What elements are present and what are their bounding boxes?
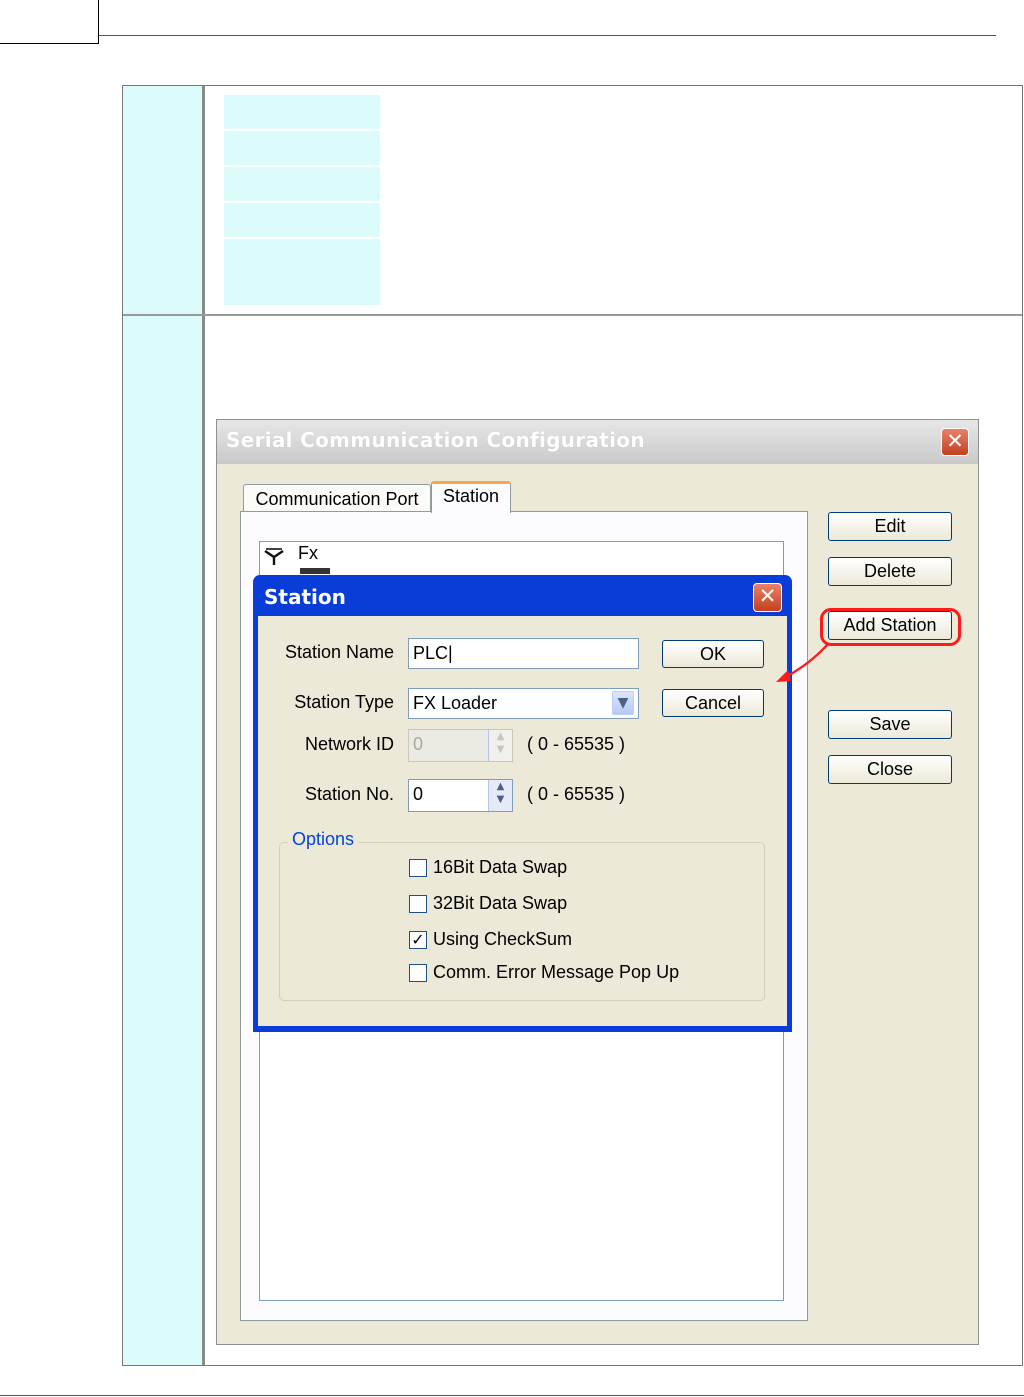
tree-child-node[interactable]: [300, 568, 330, 574]
close-icon[interactable]: ✕: [753, 583, 782, 612]
spin-up-icon[interactable]: ▲: [490, 780, 512, 793]
tab-station[interactable]: Station: [431, 481, 511, 513]
options-legend: Options: [288, 829, 359, 850]
close-icon[interactable]: ✕: [941, 428, 969, 456]
error-popup-label[interactable]: Comm. Error Message Pop Up: [433, 962, 679, 983]
annotation-arrow: [776, 643, 829, 682]
station-type-select[interactable]: FX Loader: [408, 688, 639, 719]
station-no-spinner[interactable]: ▲ ▼: [488, 780, 512, 811]
spin-down-icon[interactable]: ▼: [490, 793, 512, 806]
add-station-highlight: [820, 608, 961, 646]
table-cell-swatch: [224, 95, 380, 129]
save-button[interactable]: Save: [828, 710, 952, 739]
table-column-divider: [202, 86, 205, 1365]
station-no-range: ( 0 - 65535 ): [527, 784, 626, 804]
checksum-label[interactable]: Using CheckSum: [433, 929, 572, 950]
spin-up-icon[interactable]: ▲: [490, 730, 512, 743]
swap32-checkbox[interactable]: [409, 895, 427, 913]
ok-button[interactable]: OK: [662, 640, 764, 668]
spin-down-icon[interactable]: ▼: [490, 743, 512, 756]
swap16-label[interactable]: 16Bit Data Swap: [433, 857, 567, 878]
network-id-spinner[interactable]: ▲ ▼: [488, 730, 512, 761]
station-no-label: Station No.: [304, 784, 394, 804]
delete-button[interactable]: Delete: [828, 557, 952, 586]
page-number-box: [0, 0, 99, 44]
window-title: Serial Communication Configuration: [226, 428, 645, 452]
table-cell-swatch: [224, 167, 380, 201]
edit-button[interactable]: Edit: [828, 512, 952, 541]
table-label-column: [123, 86, 202, 1365]
table-cell-swatch: [224, 203, 380, 237]
antenna-icon: [262, 545, 292, 569]
footer-rule: [0, 1395, 1024, 1396]
network-id-label: Network ID: [304, 734, 394, 754]
station-dialog-title: Station: [264, 585, 346, 609]
tree-root-label[interactable]: Fx: [298, 543, 318, 564]
table-cell-swatch: [224, 239, 380, 305]
table-row-divider: [123, 314, 1022, 316]
cancel-button[interactable]: Cancel: [662, 689, 764, 717]
network-id-range: ( 0 - 65535 ): [527, 734, 626, 754]
table-cell-swatch: [224, 131, 380, 165]
close-button[interactable]: Close: [828, 755, 952, 784]
swap16-checkbox[interactable]: [409, 859, 427, 877]
station-type-label: Station Type: [294, 692, 394, 712]
header-rule: [99, 35, 996, 36]
station-name-label: Station Name: [284, 642, 394, 662]
error-popup-checkbox[interactable]: [409, 964, 427, 982]
swap32-label[interactable]: 32Bit Data Swap: [433, 893, 567, 914]
chevron-down-icon[interactable]: ▼: [612, 691, 634, 715]
checksum-checkbox[interactable]: ✓: [409, 931, 427, 949]
station-type-value: FX Loader: [413, 693, 498, 713]
station-name-field[interactable]: PLC|: [408, 638, 639, 669]
